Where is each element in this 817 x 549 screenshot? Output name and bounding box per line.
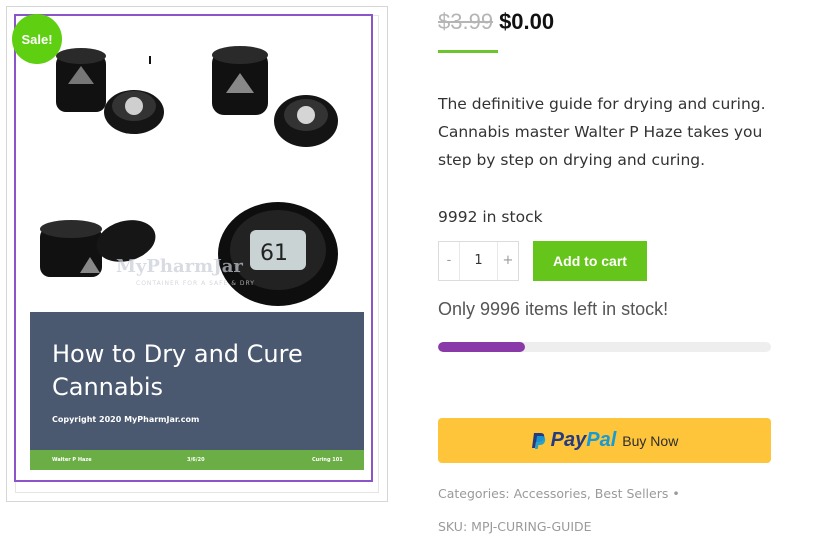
quantity-input[interactable]: 1: [459, 242, 498, 280]
product-sku: SKU: MPJ-CURING-GUIDE: [438, 519, 592, 534]
add-to-cart-button[interactable]: Add to cart: [533, 241, 647, 281]
jar-open-image: [56, 48, 164, 134]
meta-separator: •: [672, 486, 680, 501]
sku-label: SKU:: [438, 519, 468, 534]
watermark-subtext: CONTAINER FOR A SAFE & DRY: [136, 280, 255, 287]
quantity-decrease-button[interactable]: -: [439, 242, 459, 280]
quantity-increase-button[interactable]: +: [498, 242, 518, 280]
regular-price: $3.99: [438, 9, 494, 34]
product-description: The definitive guide for drying and curi…: [438, 95, 766, 169]
book-footer: Walter P Haze 3/6/20 Curing 101: [30, 450, 364, 470]
categories-label: Categories:: [438, 486, 510, 501]
low-stock-notice: Only 9996 items left in stock!: [438, 299, 669, 319]
quantity-stepper[interactable]: - 1 +: [438, 241, 519, 281]
jar-side-image: [40, 220, 156, 277]
stock-status: 9992 in stock: [438, 208, 543, 226]
book-cover-panel: How to Dry and Cure Cannabis Copyright 2…: [30, 312, 364, 450]
jar-closed-image: [212, 46, 338, 147]
svg-text:61: 61: [260, 241, 288, 266]
watermark-text: MyPharmJar: [116, 256, 243, 277]
sale-price: $0.00: [499, 9, 555, 34]
book-date: 3/6/20: [187, 457, 205, 463]
category-link-accessories[interactable]: Accessories: [514, 486, 587, 501]
product-price: $3.99 $0.00: [438, 9, 554, 35]
book-title: How to Dry and Cure Cannabis: [52, 340, 303, 401]
paypal-icon: [531, 432, 545, 449]
sale-badge: Sale!: [12, 14, 62, 64]
paypal-buy-now-button[interactable]: Pay Pal Buy Now: [438, 418, 771, 463]
book-subtitle: Curing 101: [312, 457, 343, 463]
price-divider: [438, 50, 498, 53]
product-image[interactable]: 61 MyPharmJar CONTAINER FOR A SAFE & DRY…: [14, 14, 373, 482]
paypal-logo-pay: Pay: [550, 429, 587, 451]
book-copyright: Copyright 2020 MyPharmJar.com: [52, 415, 200, 424]
sku-value: MPJ-CURING-GUIDE: [471, 519, 592, 534]
stock-progress-fill: [438, 342, 525, 352]
category-link-best-sellers[interactable]: Best Sellers: [595, 486, 669, 501]
paypal-logo-pal: Pal: [586, 429, 617, 451]
product-categories: Categories: Accessories, Best Sellers •: [438, 486, 680, 501]
stock-progress-bar: [438, 342, 771, 352]
paypal-buy-now-label: Buy Now: [622, 432, 679, 449]
book-author: Walter P Haze: [52, 457, 92, 463]
